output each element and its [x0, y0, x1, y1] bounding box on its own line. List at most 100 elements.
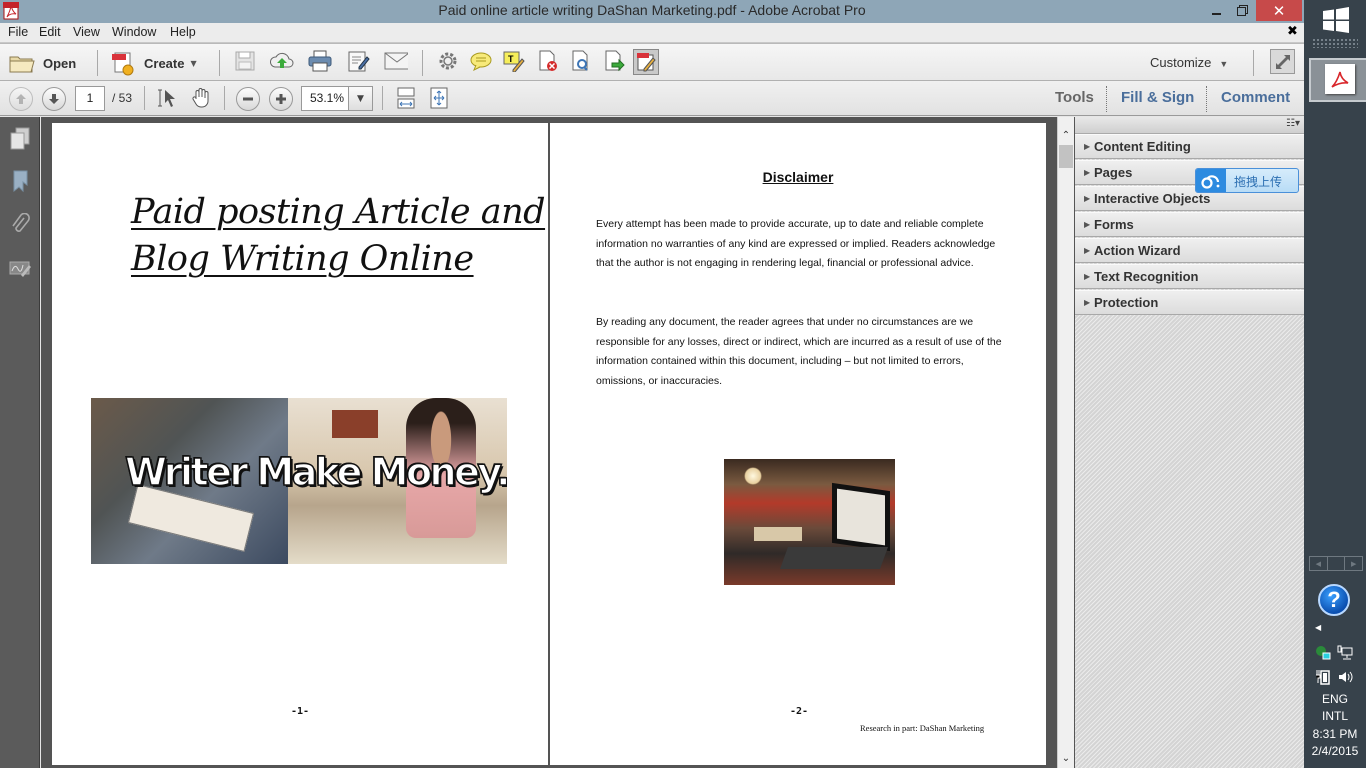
keyboard-layout[interactable]: INTL: [1304, 709, 1366, 723]
signatures-button[interactable]: [8, 255, 32, 281]
cover-image-caption: Writer Make Money.: [124, 449, 507, 495]
email-button[interactable]: [384, 49, 408, 73]
expand-triangle-icon: ▶: [1084, 142, 1091, 151]
expand-triangle-icon: ▶: [1084, 298, 1091, 307]
select-tool-button[interactable]: [156, 86, 180, 110]
taskbar-acrobat-button[interactable]: [1309, 58, 1366, 102]
toolbar-separator: [224, 86, 225, 110]
highlight-text-button[interactable]: T: [502, 49, 526, 73]
settings-button[interactable]: [436, 49, 460, 73]
taskbar-grip[interactable]: [1312, 38, 1358, 48]
tab-tools[interactable]: Tools: [1055, 89, 1094, 106]
edit-document-icon: [348, 51, 370, 72]
expand-icon: [1275, 54, 1290, 69]
windows-start-icon[interactable]: [1322, 7, 1350, 33]
open-button[interactable]: Open: [9, 49, 76, 77]
menu-file[interactable]: File: [8, 25, 28, 39]
toolbar-separator: [382, 86, 383, 110]
panel-action-wizard[interactable]: ▶ Action Wizard: [1075, 238, 1304, 263]
network-globe-icon[interactable]: [1314, 644, 1332, 662]
battery-icon[interactable]: [1314, 668, 1332, 686]
panel-content-editing[interactable]: ▶ Content Editing: [1075, 134, 1304, 159]
tools-pane: ☷▾ ▶ Content Editing ▶ Pages ▶ Interactive …: [1074, 117, 1304, 768]
save-button[interactable]: [233, 49, 257, 73]
attachments-button[interactable]: [8, 212, 32, 238]
disclaimer-paragraph-1: Every attempt has been made to provide a…: [596, 218, 996, 270]
comment-button[interactable]: [469, 49, 493, 73]
volume-icon[interactable]: [1336, 668, 1354, 686]
document-viewer[interactable]: Paid posting Article and Blog Writing On…: [41, 117, 1057, 768]
edit-pdf-button[interactable]: [633, 49, 659, 75]
delete-page-button[interactable]: [536, 49, 560, 73]
print-button[interactable]: [308, 49, 332, 73]
select-cursor-icon: [158, 89, 175, 107]
page-number-input[interactable]: 1: [75, 86, 105, 111]
drag-upload-widget[interactable]: 拖拽上传: [1195, 168, 1299, 193]
show-hidden-icons-icon[interactable]: ◀: [1315, 623, 1321, 632]
zoom-level-input[interactable]: 53.1%: [301, 86, 349, 111]
input-language[interactable]: ENG: [1304, 692, 1366, 706]
cloud-link-icon: [1196, 169, 1226, 192]
fit-width-button[interactable]: [394, 86, 418, 110]
restore-button[interactable]: [1228, 0, 1256, 21]
disclaimer-heading: Disclaimer: [762, 169, 834, 185]
expand-triangle-icon: ▶: [1084, 220, 1091, 229]
document-scrollbar[interactable]: ⌃ ⌄: [1057, 117, 1074, 768]
create-button[interactable]: Create ▼: [110, 49, 197, 77]
find-page-button[interactable]: [569, 49, 593, 73]
scroll-thumb[interactable]: [1059, 145, 1073, 168]
previous-page-button[interactable]: [9, 87, 33, 111]
scroll-down-button[interactable]: ⌄: [1058, 750, 1074, 766]
pdf-page-1: Paid posting Article and Blog Writing On…: [52, 123, 548, 765]
expand-triangle-icon: ▶: [1084, 194, 1091, 203]
arrow-down-icon: [49, 94, 59, 104]
acrobat-logo-icon: [1325, 64, 1355, 94]
tab-fill-and-sign[interactable]: Fill & Sign: [1121, 89, 1194, 106]
toolbar-separator: [422, 50, 423, 76]
acrobat-window: Paid online article writing DaShan Marke…: [0, 0, 1304, 768]
chevron-down-icon: ⌄: [1061, 752, 1071, 764]
next-page-button[interactable]: [42, 87, 66, 111]
zoom-out-button[interactable]: [236, 87, 260, 111]
extract-page-button[interactable]: [602, 49, 626, 73]
menu-window[interactable]: Window: [112, 25, 156, 39]
scroll-left-icon[interactable]: ◀: [1310, 557, 1328, 570]
pane-options-icon[interactable]: ☷▾: [1286, 118, 1300, 129]
scroll-right-icon[interactable]: ▶: [1345, 557, 1362, 570]
folder-icon: [9, 56, 35, 73]
panel-text-recognition[interactable]: ▶ Text Recognition: [1075, 264, 1304, 289]
page-thumbnails-button[interactable]: [8, 126, 32, 152]
extract-page-icon: [605, 50, 625, 72]
menu-help[interactable]: Help: [170, 25, 196, 39]
scroll-up-button[interactable]: ⌃: [1058, 127, 1074, 143]
clock-date[interactable]: 2/4/2015: [1304, 744, 1366, 758]
zoom-dropdown-button[interactable]: ▼: [349, 86, 373, 111]
close-document-icon[interactable]: ✖: [1287, 24, 1298, 39]
panel-forms[interactable]: ▶ Forms: [1075, 212, 1304, 237]
menu-view[interactable]: View: [73, 25, 100, 39]
tab-comment[interactable]: Comment: [1221, 89, 1290, 106]
hand-tool-button[interactable]: [189, 86, 213, 110]
cloud-upload-button[interactable]: [270, 49, 294, 73]
close-window-button[interactable]: ✕: [1256, 0, 1302, 21]
edit-document-button[interactable]: [347, 49, 371, 73]
panel-protection[interactable]: ▶ Protection: [1075, 290, 1304, 315]
arrow-up-icon: [16, 94, 26, 104]
save-icon: [235, 51, 255, 71]
minimize-button[interactable]: [1203, 0, 1231, 21]
bookmarks-button[interactable]: [8, 168, 32, 194]
fit-page-button[interactable]: [427, 86, 451, 110]
hand-icon: [192, 88, 209, 108]
customize-dropdown[interactable]: Customize ▼: [1150, 55, 1228, 70]
close-icon: ✕: [1272, 1, 1286, 20]
help-icon[interactable]: ?: [1318, 584, 1350, 616]
full-screen-button[interactable]: [1270, 49, 1295, 74]
menu-edit[interactable]: Edit: [39, 25, 61, 39]
toolbar-separator: [97, 50, 98, 76]
network-icon[interactable]: [1336, 644, 1354, 662]
highlight-text-icon: T: [503, 51, 525, 72]
print-icon: [308, 50, 332, 72]
zoom-in-button[interactable]: [269, 87, 293, 111]
clock-time[interactable]: 8:31 PM: [1304, 727, 1366, 741]
taskbar-scroller[interactable]: ◀ ▶: [1309, 556, 1363, 571]
